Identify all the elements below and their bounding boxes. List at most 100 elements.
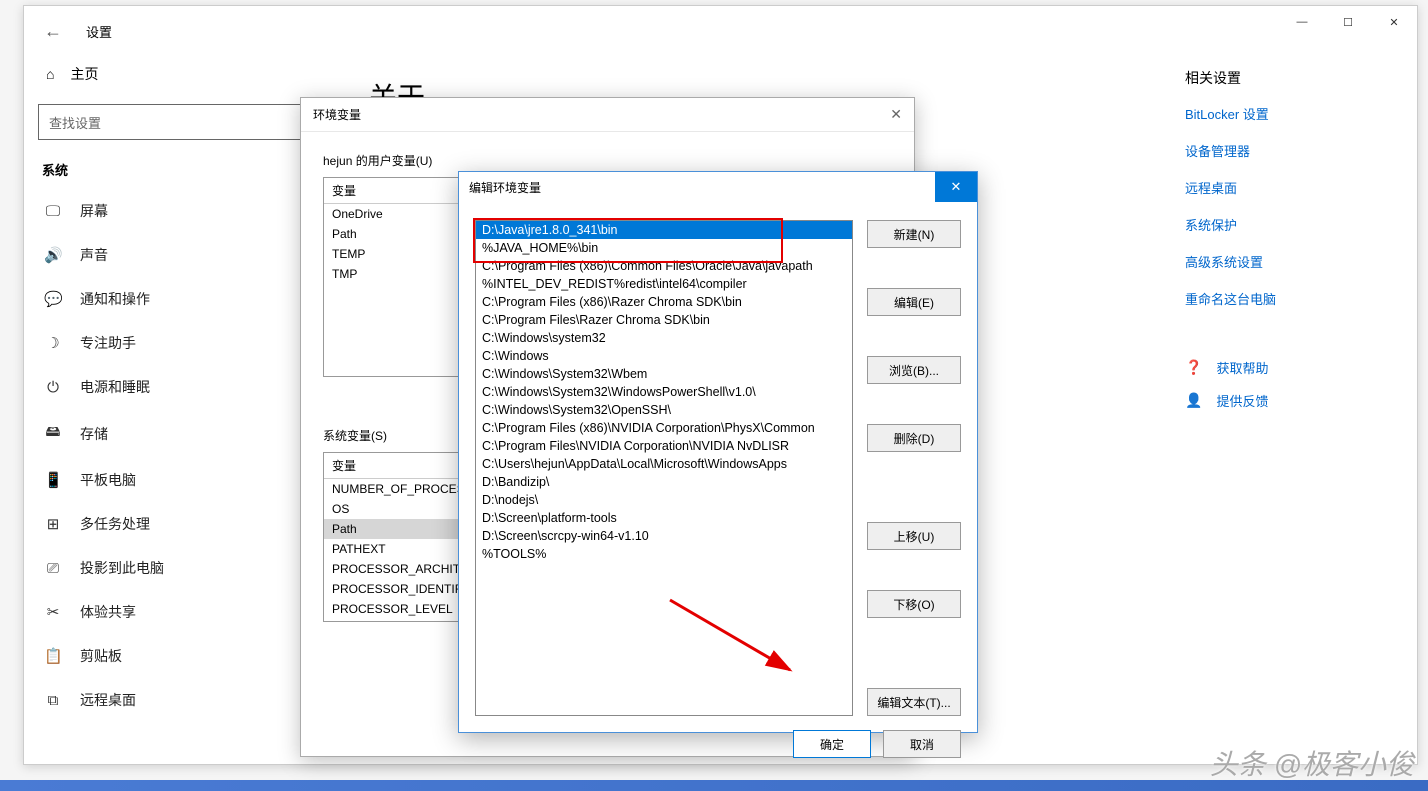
- sidebar-icon: 🖴: [44, 421, 62, 446]
- move-up-button[interactable]: 上移(U): [867, 522, 961, 550]
- path-entry[interactable]: C:\Windows\System32\OpenSSH\: [476, 401, 852, 419]
- sidebar-item-9[interactable]: ✂ 体验共享: [34, 590, 329, 634]
- sidebar-icon: ⧉: [44, 692, 62, 709]
- sidebar-icon: ⏻: [44, 379, 62, 396]
- settings-title: 设置: [86, 22, 112, 41]
- settings-header: ← 设置: [24, 6, 1417, 56]
- sidebar-item-label: 剪贴板: [80, 646, 122, 666]
- new-button[interactable]: 新建(N): [867, 220, 961, 248]
- sidebar-home[interactable]: ⌂ 主页: [34, 56, 329, 98]
- related-link[interactable]: 高级系统设置: [1185, 252, 1405, 271]
- sidebar-item-label: 多任务处理: [80, 514, 150, 534]
- ok-button[interactable]: 确定: [793, 730, 871, 758]
- sidebar-item-label: 远程桌面: [80, 690, 136, 710]
- path-dialog-titlebar: 编辑环境变量 ✕: [459, 172, 977, 202]
- user-vars-label: hejun 的用户变量(U): [323, 152, 892, 169]
- home-label: 主页: [70, 64, 98, 84]
- sidebar-item-1[interactable]: 🔊 声音: [34, 233, 329, 277]
- related-link[interactable]: 重命名这台电脑: [1185, 289, 1405, 308]
- sidebar-item-label: 投影到此电脑: [80, 558, 164, 578]
- sidebar-icon: 💬: [44, 290, 62, 308]
- sidebar-item-label: 声音: [80, 245, 108, 265]
- help-link[interactable]: ❓ 获取帮助: [1185, 358, 1405, 377]
- edit-button[interactable]: 编辑(E): [867, 288, 961, 316]
- sidebar-item-7[interactable]: ⊞多任务处理: [34, 502, 329, 546]
- sidebar-icon: 🔊: [44, 246, 62, 264]
- path-entry[interactable]: D:\Java\jre1.8.0_341\bin: [476, 221, 852, 239]
- close-button[interactable]: ✕: [1371, 6, 1417, 38]
- search-input[interactable]: 查找设置: [38, 104, 325, 140]
- sidebar-item-label: 专注助手: [80, 333, 136, 353]
- sidebar-section-label: 系统: [34, 154, 329, 189]
- sidebar-item-6[interactable]: 📱平板电脑: [34, 458, 329, 502]
- related-link[interactable]: 远程桌面: [1185, 178, 1405, 197]
- path-entry[interactable]: %JAVA_HOME%\bin: [476, 239, 852, 257]
- path-entry[interactable]: C:\Program Files (x86)\Common Files\Orac…: [476, 257, 852, 275]
- feedback-link[interactable]: 👤 提供反馈: [1185, 391, 1405, 410]
- sidebar-icon: 🖵: [44, 203, 62, 220]
- path-entry[interactable]: D:\Screen\scrcpy-win64-v1.10: [476, 527, 852, 545]
- path-entry[interactable]: C:\Windows\system32: [476, 329, 852, 347]
- path-entry[interactable]: D:\nodejs\: [476, 491, 852, 509]
- help-icon: ❓: [1185, 359, 1202, 376]
- browse-button[interactable]: 浏览(B)...: [867, 356, 961, 384]
- related-link[interactable]: BitLocker 设置: [1185, 104, 1405, 123]
- move-down-button[interactable]: 下移(O): [867, 590, 961, 618]
- sidebar-item-label: 电源和睡眠: [80, 377, 150, 397]
- related-title: 相关设置: [1185, 68, 1405, 88]
- back-icon[interactable]: ←: [44, 21, 62, 42]
- delete-button[interactable]: 删除(D): [867, 424, 961, 452]
- path-entry[interactable]: D:\Screen\platform-tools: [476, 509, 852, 527]
- feedback-icon: 👤: [1185, 392, 1202, 409]
- sidebar-icon: ☽: [44, 334, 62, 352]
- sidebar-item-3[interactable]: ☽ 专注助手: [34, 321, 329, 365]
- sidebar-item-4[interactable]: ⏻ 电源和睡眠: [34, 365, 329, 409]
- related-link[interactable]: 系统保护: [1185, 215, 1405, 234]
- window-controls: — ☐ ✕: [1279, 6, 1417, 38]
- path-entry[interactable]: C:\Users\hejun\AppData\Local\Microsoft\W…: [476, 455, 852, 473]
- related-link[interactable]: 设备管理器: [1185, 141, 1405, 160]
- help-label: 获取帮助: [1216, 358, 1268, 377]
- sidebar-item-2[interactable]: 💬 通知和操作: [34, 277, 329, 321]
- cancel-button[interactable]: 取消: [883, 730, 961, 758]
- edit-path-dialog: 编辑环境变量 ✕ D:\Java\jre1.8.0_341\bin%JAVA_H…: [458, 171, 978, 733]
- sidebar-item-11[interactable]: ⧉ 远程桌面: [34, 678, 329, 722]
- sidebar-icon: ⎚: [44, 560, 62, 577]
- env-dialog-titlebar: 环境变量 ✕: [301, 98, 914, 132]
- path-close-button[interactable]: ✕: [935, 172, 977, 202]
- path-entry[interactable]: C:\Program Files (x86)\NVIDIA Corporatio…: [476, 419, 852, 437]
- sidebar-item-label: 平板电脑: [80, 470, 136, 490]
- path-dialog-title: 编辑环境变量: [469, 179, 541, 196]
- path-button-column: 新建(N) 编辑(E) 浏览(B)... 删除(D) 上移(U) 下移(O) 编…: [867, 220, 961, 716]
- sidebar-item-0[interactable]: 🖵 屏幕: [34, 189, 329, 233]
- home-icon: ⌂: [46, 66, 54, 82]
- path-entry[interactable]: C:\Windows\System32\Wbem: [476, 365, 852, 383]
- related-settings-panel: 相关设置 BitLocker 设置设备管理器远程桌面系统保护高级系统设置重命名这…: [1185, 68, 1405, 424]
- taskbar: [0, 780, 1428, 791]
- sidebar-item-8[interactable]: ⎚ 投影到此电脑: [34, 546, 329, 590]
- path-entry[interactable]: C:\Windows: [476, 347, 852, 365]
- path-entry[interactable]: D:\Bandizip\: [476, 473, 852, 491]
- search-placeholder: 查找设置: [49, 113, 101, 132]
- sidebar-item-10[interactable]: 📋剪贴板: [34, 634, 329, 678]
- sidebar-item-label: 通知和操作: [80, 289, 150, 309]
- edit-text-button[interactable]: 编辑文本(T)...: [867, 688, 961, 716]
- sidebar-icon: ✂: [44, 603, 62, 621]
- maximize-button[interactable]: ☐: [1325, 6, 1371, 38]
- path-entry[interactable]: C:\Program Files (x86)\Razer Chroma SDK\…: [476, 293, 852, 311]
- path-entry[interactable]: C:\Windows\System32\WindowsPowerShell\v1…: [476, 383, 852, 401]
- path-entry[interactable]: %TOOLS%: [476, 545, 852, 563]
- sidebar-item-5[interactable]: 🖴 存储: [34, 409, 329, 458]
- env-close-icon[interactable]: ✕: [890, 106, 902, 123]
- path-entry[interactable]: C:\Program Files\Razer Chroma SDK\bin: [476, 311, 852, 329]
- path-entry[interactable]: C:\Program Files\NVIDIA Corporation\NVID…: [476, 437, 852, 455]
- sidebar-item-label: 存储: [80, 424, 108, 444]
- sidebar-item-label: 屏幕: [80, 201, 108, 221]
- watermark: 头条 @极客小俊: [1210, 743, 1414, 783]
- sidebar-item-label: 体验共享: [80, 602, 136, 622]
- feedback-label: 提供反馈: [1216, 391, 1268, 410]
- path-entries-list[interactable]: D:\Java\jre1.8.0_341\bin%JAVA_HOME%\binC…: [475, 220, 853, 716]
- path-entry[interactable]: %INTEL_DEV_REDIST%redist\intel64\compile…: [476, 275, 852, 293]
- env-dialog-title: 环境变量: [313, 106, 361, 123]
- minimize-button[interactable]: —: [1279, 6, 1325, 38]
